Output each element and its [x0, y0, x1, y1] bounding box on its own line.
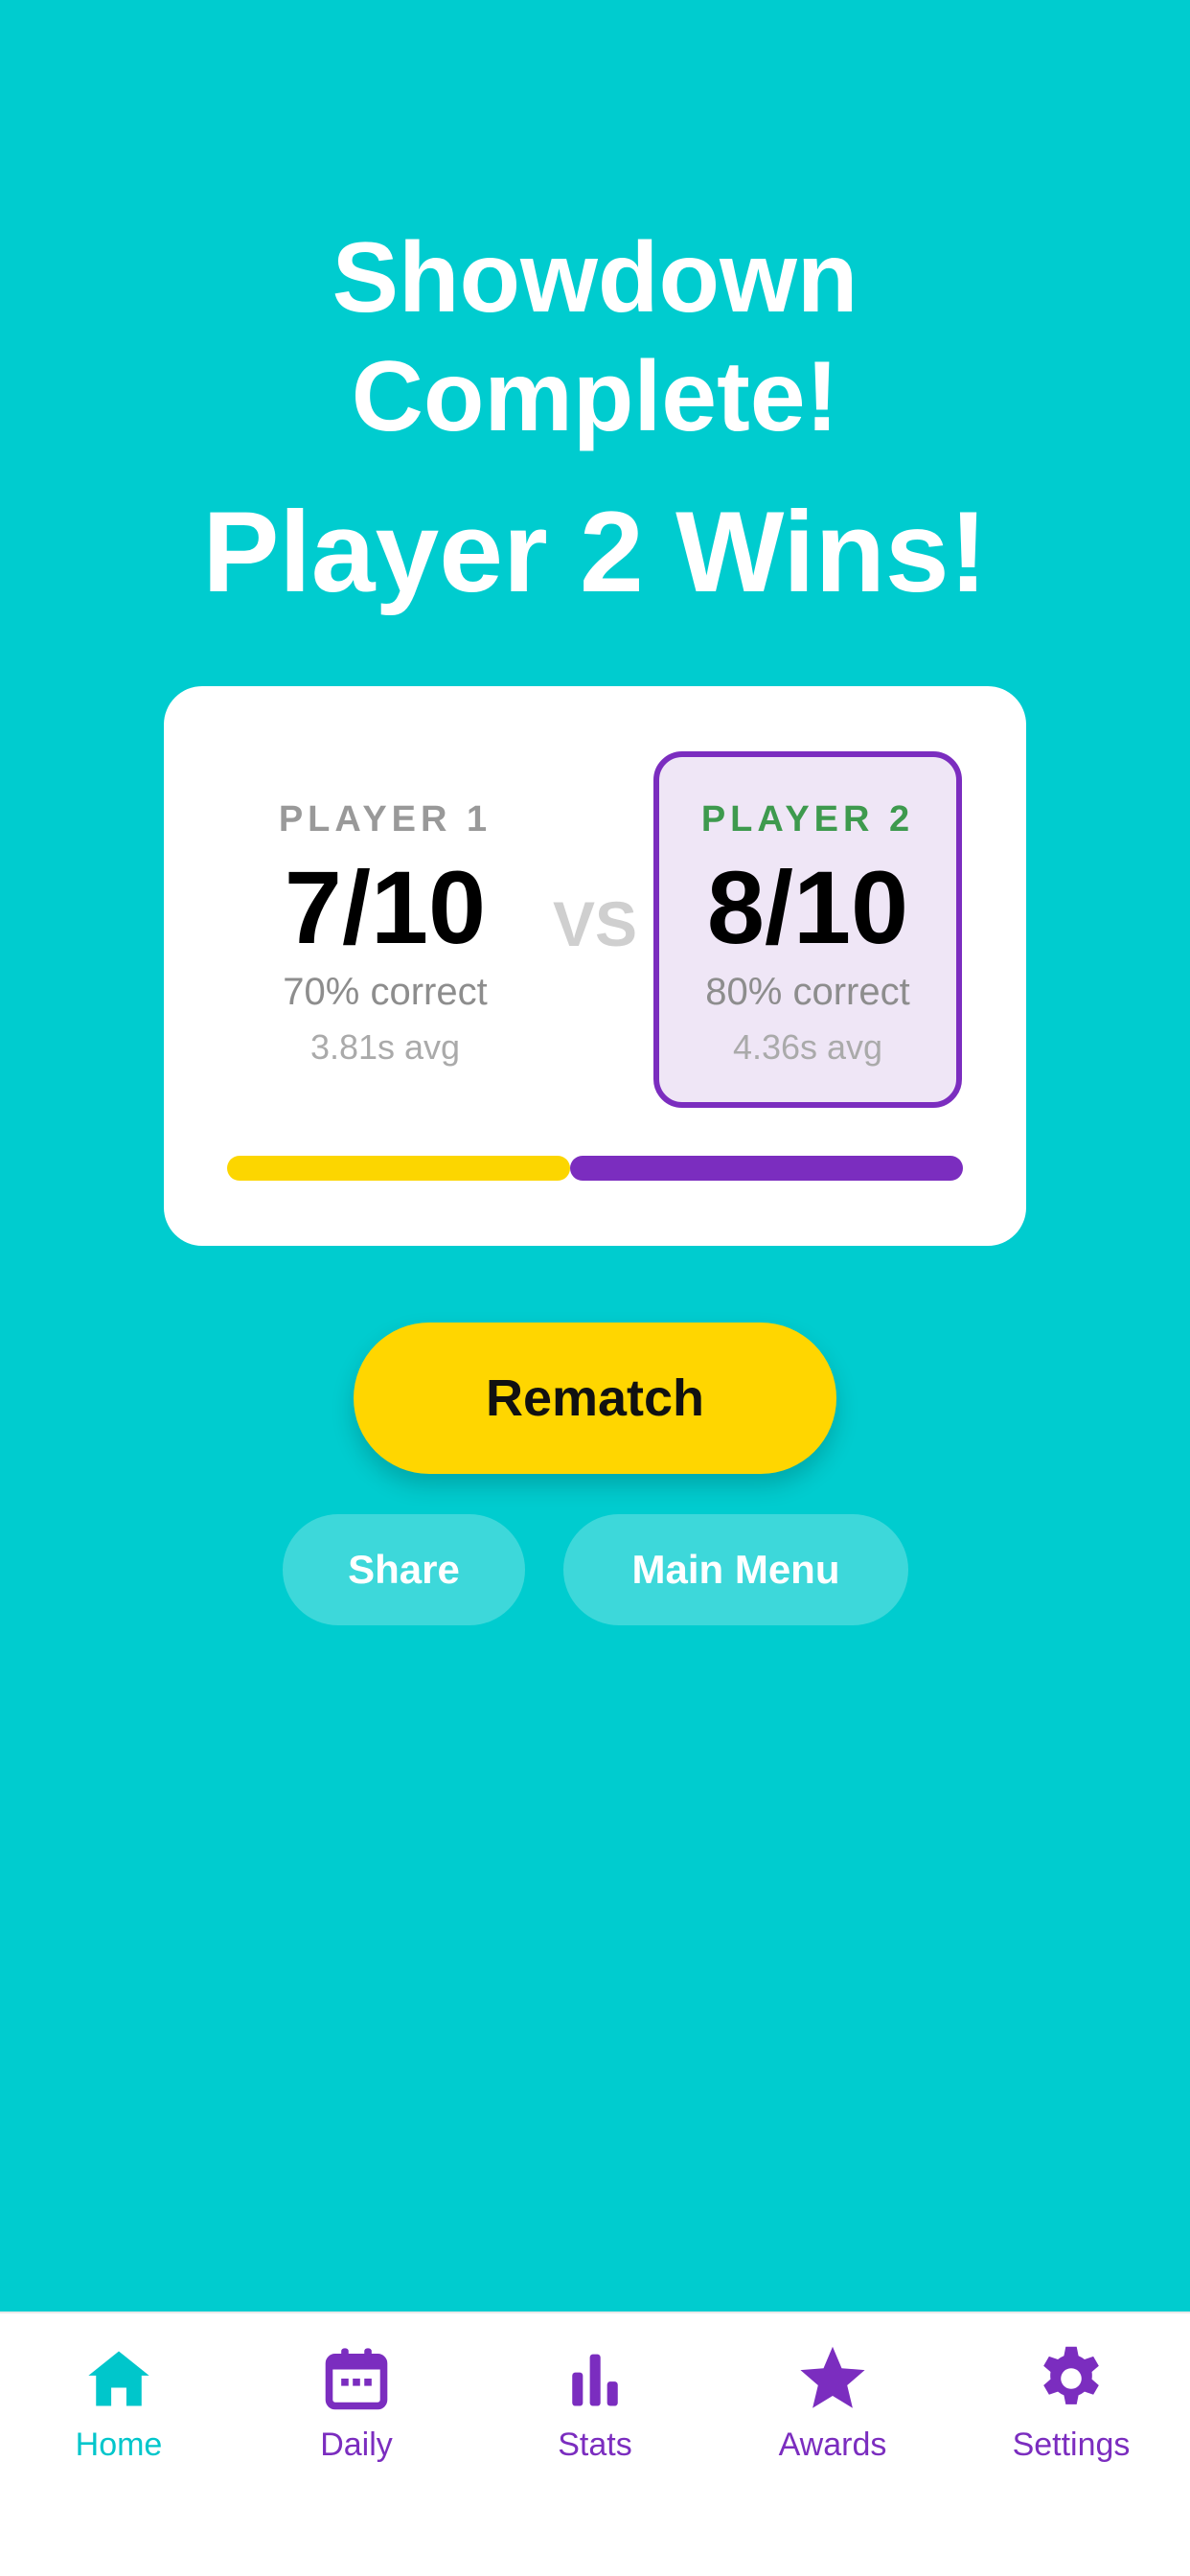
result-card: PLAYER 1 7/10 70% correct 3.81s avg VS P… — [164, 686, 1026, 1246]
player-1-avg: 3.81s avg — [309, 1027, 461, 1067]
player-2-score: 8/10 — [706, 849, 909, 965]
player-2-correct: 80% correct — [705, 971, 910, 1013]
player-2-name: PLAYER 2 — [700, 799, 915, 840]
home-icon — [88, 2351, 149, 2406]
tab-home-label: Home — [75, 2426, 163, 2463]
tab-stats[interactable]: Stats — [476, 2342, 714, 2505]
tab-daily-label: Daily — [320, 2426, 393, 2463]
title: Showdown Complete! — [0, 218, 1190, 456]
player-2-progress-bar — [570, 1156, 963, 1181]
player-1-panel: PLAYER 1 7/10 70% correct 3.81s avg — [231, 751, 539, 1108]
player-1-correct: 70% correct — [283, 971, 488, 1013]
rematch-button[interactable]: Rematch — [354, 1322, 836, 1474]
player-1-name: PLAYER 1 — [278, 799, 492, 840]
tab-settings[interactable]: Settings — [952, 2342, 1190, 2505]
tab-stats-label: Stats — [558, 2426, 632, 2463]
vs-label: VS — [552, 888, 638, 959]
tab-daily[interactable]: Daily — [238, 2342, 475, 2505]
tab-settings-label: Settings — [1012, 2426, 1131, 2463]
main-menu-button[interactable]: Main Menu — [563, 1514, 908, 1625]
tab-bar: Home Daily Stats Awards Settings — [0, 2312, 1190, 2576]
tab-awards-label: Awards — [778, 2426, 887, 2463]
star-icon — [800, 2346, 865, 2408]
player-1-score: 7/10 — [284, 849, 487, 965]
winner-heading: Player 2 Wins! — [202, 488, 988, 616]
share-button[interactable]: Share — [283, 1514, 525, 1625]
calendar-icon — [325, 2348, 388, 2410]
tab-awards[interactable]: Awards — [714, 2342, 951, 2505]
player-2-panel: PLAYER 2 8/10 80% correct 4.36s avg — [653, 751, 962, 1108]
stats-icon — [572, 2354, 618, 2406]
tab-home[interactable]: Home — [0, 2342, 238, 2505]
player-1-progress-bar — [227, 1156, 570, 1181]
title-line-2: Complete! — [351, 341, 839, 452]
gear-icon — [1043, 2346, 1099, 2404]
title-line-1: Showdown — [332, 222, 858, 334]
player-2-avg: 4.36s avg — [732, 1027, 883, 1067]
